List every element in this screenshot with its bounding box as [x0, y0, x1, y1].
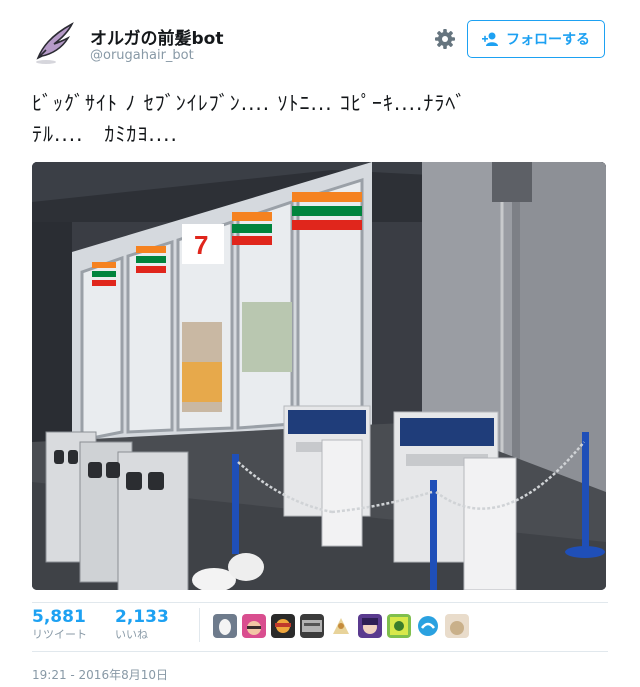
liker-avatar[interactable] [445, 614, 469, 638]
tweet-photo[interactable]: 7 [32, 162, 606, 590]
tweet-timestamp[interactable]: 19:21 - 2016年8月10日 [32, 666, 168, 683]
like-label: いいね [115, 628, 148, 641]
tweet-text-line-1: ﾋﾞｯｸﾞｻｲﾄ ﾉ ｾﾌﾞﾝｲﾚﾌﾞﾝ.... ｿﾄﾆ... ｺﾋﾟｰｷ...… [32, 91, 467, 115]
author-handle[interactable]: @orugahair_bot [90, 48, 194, 63]
liker-avatars [213, 614, 469, 638]
follow-button-label: フォローする [506, 32, 590, 48]
add-user-icon [482, 32, 498, 46]
liker-avatar[interactable] [387, 614, 411, 638]
follow-button[interactable]: フォローする [467, 20, 605, 58]
liker-avatar[interactable] [416, 614, 440, 638]
divider [32, 602, 608, 603]
liker-avatar[interactable] [358, 614, 382, 638]
author-display-name[interactable]: オルガの前髪bot [90, 24, 223, 49]
liker-avatar[interactable] [242, 614, 266, 638]
stats-separator [199, 608, 200, 642]
liker-avatar[interactable] [300, 614, 324, 638]
like-count: 2,133 [115, 607, 169, 627]
liker-avatar[interactable] [329, 614, 353, 638]
liker-avatar[interactable] [271, 614, 295, 638]
author-avatar[interactable] [32, 18, 80, 66]
tweet-text: ﾋﾞｯｸﾞｻｲﾄ ﾉ ｾﾌﾞﾝｲﾚﾌﾞﾝ.... ｿﾄﾆ... ｺﾋﾟｰｷ...… [32, 88, 608, 150]
liker-avatar[interactable] [213, 614, 237, 638]
retweet-count: 5,881 [32, 607, 86, 627]
retweet-label: リツイート [32, 628, 87, 641]
svg-text:7: 7 [194, 230, 208, 260]
gear-icon[interactable] [433, 27, 457, 51]
tweet-text-line-2: ﾃﾙ.... ｶﾐｶﾖ.... [32, 122, 178, 146]
retweet-stat[interactable]: 5,881 リツイート [32, 606, 87, 642]
divider [32, 651, 608, 652]
like-stat[interactable]: 2,133 いいね [115, 606, 169, 642]
tweet-header: オルガの前髪bot @orugahair_bot フォローする [0, 0, 640, 80]
feather-hair-icon [36, 22, 74, 64]
